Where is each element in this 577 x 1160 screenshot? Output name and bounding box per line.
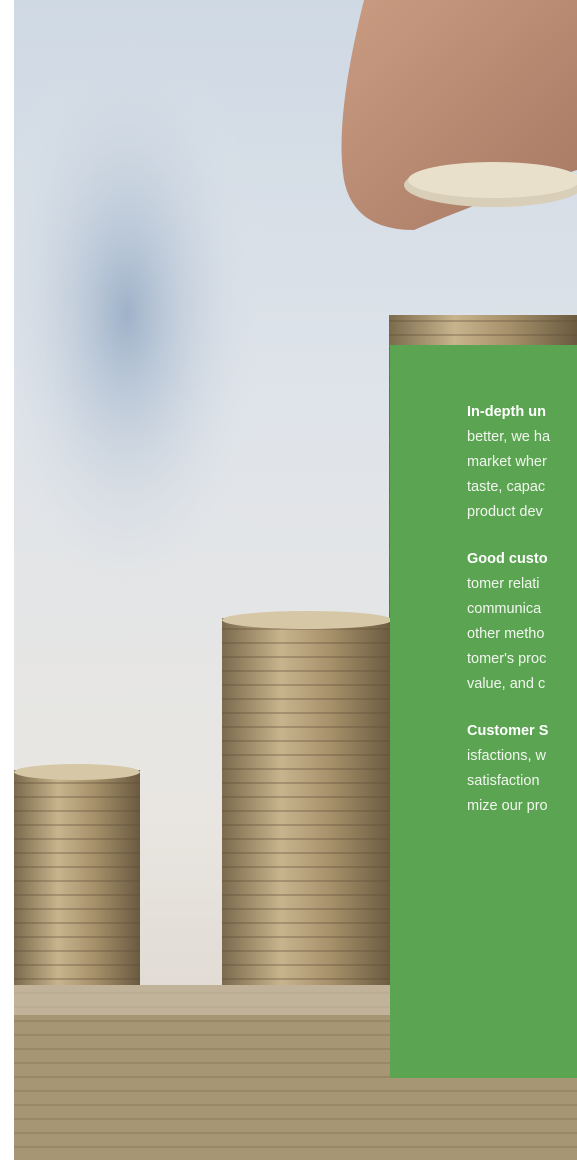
section-line: value, and c [467, 676, 546, 692]
section-heading: Customer S [467, 723, 549, 739]
section-good-customer: Good custo tomer relati communica other … [467, 547, 577, 697]
section-line: satisfaction [467, 773, 540, 789]
section-heading: In-depth un [467, 404, 546, 420]
section-line: mize our pro [467, 798, 548, 814]
info-panel: In-depth un better, we ha market wher ta… [390, 345, 577, 1078]
section-line: isfactions, w [467, 748, 546, 764]
section-heading: Good custo [467, 551, 548, 567]
section-line: product dev [467, 504, 543, 520]
section-line: taste, capac [467, 479, 546, 495]
section-line: better, we ha [467, 429, 551, 445]
section-line: communica [467, 601, 542, 617]
section-line: other metho [467, 626, 545, 642]
section-in-depth: In-depth un better, we ha market wher ta… [467, 400, 577, 525]
info-panel-content: In-depth un better, we ha market wher ta… [467, 400, 577, 841]
section-customer-satisfaction: Customer S isfactions, w satisfaction mi… [467, 719, 577, 819]
section-line: market wher [467, 454, 547, 470]
section-line: tomer's proc [467, 651, 547, 667]
section-line: tomer relati [467, 576, 540, 592]
